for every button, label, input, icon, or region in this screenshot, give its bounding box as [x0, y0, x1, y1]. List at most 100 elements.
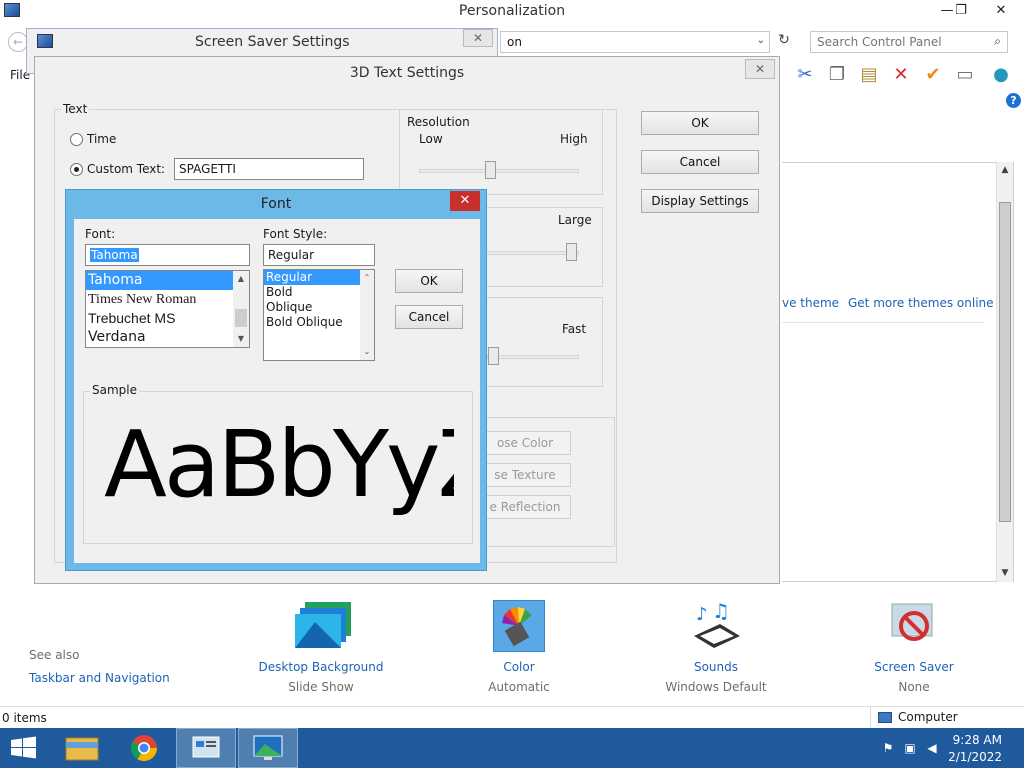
style-option-bold[interactable]: Bold	[264, 285, 374, 300]
speed-group	[475, 297, 603, 387]
help-icon[interactable]: ?	[1006, 93, 1021, 108]
font-option-times-new-roman[interactable]: Times New Roman	[86, 290, 249, 309]
scroll-up-icon[interactable]: ▲	[997, 162, 1013, 179]
color-item[interactable]: Color Automatic	[439, 600, 599, 694]
sounds-value: Windows Default	[665, 680, 767, 694]
font-ok-button[interactable]: OK	[395, 269, 463, 293]
search-input[interactable]	[811, 32, 981, 52]
font-list-scrollbar[interactable]: ▲ ▼	[233, 271, 249, 347]
scroll-down-icon[interactable]: ▼	[233, 331, 249, 347]
style-option-bold-oblique[interactable]: Bold Oblique	[264, 315, 374, 330]
font-style-listbox[interactable]: Regular Bold Oblique Bold Oblique ⌃ ⌄	[263, 269, 375, 361]
font-option-tahoma[interactable]: Tahoma	[86, 271, 249, 290]
address-text: on	[507, 35, 522, 49]
size-slider-track[interactable]	[475, 251, 579, 255]
display-settings-button[interactable]: Display Settings	[641, 189, 759, 213]
size-large-label: Large	[558, 213, 592, 227]
status-divider	[870, 707, 871, 729]
sample-group-label: Sample	[90, 383, 139, 397]
control-panel-taskbar-icon[interactable]	[176, 728, 236, 768]
scroll-down-icon[interactable]: ⌄	[360, 344, 374, 360]
time-radio[interactable]	[70, 133, 83, 146]
volume-muted-icon[interactable]: ◀	[924, 741, 940, 755]
restore-button[interactable]: ❐	[946, 0, 976, 22]
back-arrow-icon[interactable]: ←	[8, 32, 28, 52]
desktop-background-item[interactable]: Desktop Background Slide Show	[241, 600, 401, 694]
clock-time[interactable]: 9:28 AM	[953, 733, 1002, 747]
custom-text-input[interactable]: SPAGETTI	[174, 158, 364, 180]
network-icon[interactable]: ▣	[902, 741, 918, 755]
computer-status: Computer	[878, 710, 958, 724]
resolution-slider-thumb[interactable]	[485, 161, 496, 179]
sounds-label[interactable]: Sounds	[636, 660, 796, 674]
sample-preview: AaBbYyZz	[104, 415, 454, 515]
sounds-item[interactable]: ♪ ♫ Sounds Windows Default	[636, 599, 796, 694]
size-slider-thumb[interactable]	[566, 243, 577, 261]
search-icon[interactable]: ⌕	[994, 34, 1001, 49]
delete-icon[interactable]: ✕	[888, 62, 914, 88]
ok-button[interactable]: OK	[641, 111, 759, 135]
font-dialog: Font ✕ Font: Tahoma Tahoma Times New Rom…	[65, 189, 487, 571]
font-name-input[interactable]: Tahoma	[85, 244, 250, 266]
desktop-background-label[interactable]: Desktop Background	[241, 660, 401, 674]
font-style-label: Font Style:	[263, 227, 328, 241]
text-group-label: Text	[61, 102, 90, 116]
screen-saver-dialog-close-button[interactable]: ✕	[463, 29, 493, 47]
get-more-themes-link[interactable]: Get more themes online	[848, 296, 994, 310]
scroll-up-icon[interactable]: ▲	[233, 271, 249, 287]
choose-texture-button[interactable]: se Texture	[479, 463, 571, 487]
chrome-taskbar-icon[interactable]	[114, 728, 174, 768]
custom-text-label[interactable]: Custom Text:	[87, 162, 165, 176]
font-list-scroll-thumb[interactable]	[235, 309, 247, 327]
screen-saver-label[interactable]: Screen Saver	[834, 660, 994, 674]
speed-fast-label: Fast	[562, 322, 587, 336]
svg-text:♪: ♪	[696, 604, 708, 625]
personalization-taskbar-icon[interactable]	[238, 728, 298, 768]
font-listbox[interactable]: Tahoma Times New Roman Trebuchet MS Verd…	[85, 270, 250, 348]
scroll-up-icon[interactable]: ⌃	[360, 270, 374, 286]
color-value: Automatic	[488, 680, 550, 694]
save-theme-link[interactable]: ve theme	[782, 296, 839, 310]
vertical-scrollbar[interactable]: ▲ ▼	[996, 162, 1013, 582]
choose-color-button[interactable]: ose Color	[479, 431, 571, 455]
globe-icon[interactable]: ●	[988, 62, 1014, 88]
speed-slider-track[interactable]	[487, 355, 579, 359]
font-option-trebuchet[interactable]: Trebuchet MS	[86, 309, 249, 328]
style-option-oblique[interactable]: Oblique	[264, 300, 374, 315]
cancel-button[interactable]: Cancel	[641, 150, 759, 174]
color-label[interactable]: Color	[439, 660, 599, 674]
action-center-flag-icon[interactable]: ⚑	[880, 741, 896, 755]
address-field[interactable]: on ⌄	[500, 31, 770, 53]
clock-date[interactable]: 2/1/2022	[948, 750, 1002, 764]
style-option-regular[interactable]: Regular	[264, 270, 374, 285]
scroll-down-icon[interactable]: ▼	[997, 565, 1013, 582]
text3d-dialog-close-button[interactable]: ✕	[745, 59, 775, 79]
paste-icon[interactable]: ▤	[856, 62, 882, 88]
resolution-slider-track[interactable]	[419, 169, 579, 173]
cut-icon[interactable]: ✂	[792, 62, 818, 88]
search-box[interactable]: ⌕	[810, 31, 1008, 53]
screen-saver-item[interactable]: Screen Saver None	[834, 600, 994, 694]
reflection-button[interactable]: e Reflection	[479, 495, 571, 519]
refresh-icon[interactable]: ↻	[774, 32, 794, 52]
font-style-input[interactable]: Regular	[263, 244, 375, 266]
font-dialog-title: Font	[260, 196, 292, 212]
time-label[interactable]: Time	[87, 132, 116, 146]
close-window-button[interactable]: ✕	[986, 0, 1016, 22]
style-list-scrollbar[interactable]: ⌃ ⌄	[360, 270, 374, 360]
properties-icon[interactable]: ▭	[952, 62, 978, 88]
start-button[interactable]	[0, 728, 48, 768]
chevron-down-icon[interactable]: ⌄	[757, 35, 765, 46]
taskbar-navigation-link[interactable]: Taskbar and Navigation	[29, 671, 170, 685]
copy-icon[interactable]: ❐	[824, 62, 850, 88]
font-name-value: Tahoma	[90, 248, 139, 262]
see-also-heading: See also	[29, 648, 80, 662]
font-dialog-close-button[interactable]: ✕	[450, 191, 480, 211]
checkmark-icon[interactable]: ✔	[920, 62, 946, 88]
speed-slider-thumb[interactable]	[488, 347, 499, 365]
file-explorer-taskbar-icon[interactable]	[52, 728, 112, 768]
font-option-verdana[interactable]: Verdana	[86, 328, 249, 347]
scroll-thumb[interactable]	[999, 202, 1011, 522]
font-cancel-button[interactable]: Cancel	[395, 305, 463, 329]
custom-text-radio[interactable]	[70, 163, 83, 176]
